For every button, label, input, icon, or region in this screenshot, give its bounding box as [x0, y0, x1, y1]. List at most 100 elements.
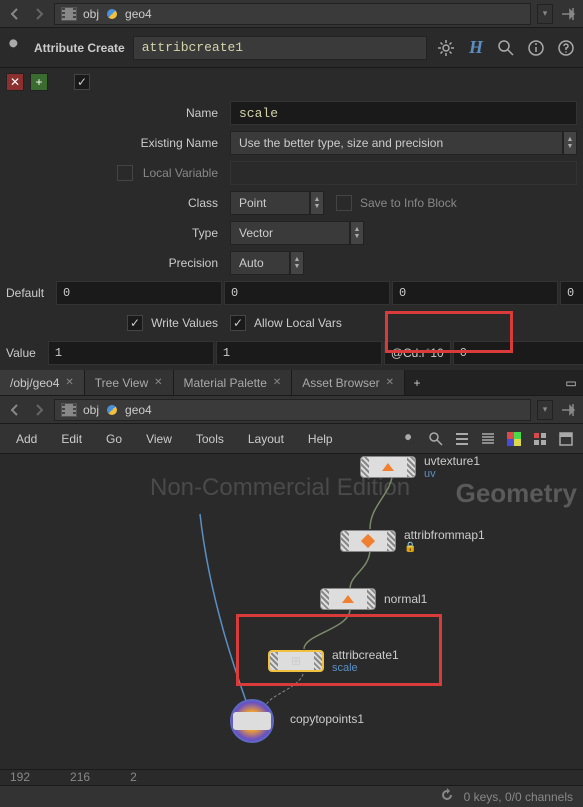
existing-name-label: Existing Name [6, 136, 230, 150]
nav-back-icon[interactable] [6, 5, 24, 23]
tab-materialpalette[interactable]: Material Palette✕ [174, 370, 293, 395]
lock-icon: 🔒 [404, 542, 485, 553]
diamond-icon [361, 533, 375, 547]
writevalues-checkbox[interactable] [127, 315, 143, 331]
default-1-input[interactable] [224, 281, 390, 305]
saveinfo-checkbox[interactable] [336, 195, 352, 211]
default-0-input[interactable] [56, 281, 222, 305]
close-icon[interactable]: ✕ [386, 377, 394, 388]
tool-justify-icon[interactable] [477, 428, 499, 450]
node-attribfrommap[interactable]: attribfrommap1🔒 [340, 528, 485, 553]
pin-icon[interactable] [559, 5, 577, 23]
close-icon[interactable]: ✕ [273, 377, 281, 388]
geo-icon [105, 403, 119, 417]
value-0-input[interactable] [48, 341, 214, 365]
type-arrows-icon[interactable]: ▲▼ [350, 221, 364, 245]
menu-layout[interactable]: Layout [238, 432, 294, 446]
enable-checkbox[interactable] [74, 74, 90, 90]
tool-grid-icon[interactable] [529, 428, 551, 450]
close-icon[interactable]: ✕ [65, 377, 73, 388]
precision-arrows-icon[interactable]: ▲▼ [290, 251, 304, 275]
tool-search-icon[interactable] [425, 428, 447, 450]
tool-wrench-icon[interactable] [399, 428, 421, 450]
obj-icon [61, 403, 77, 417]
menu-tools[interactable]: Tools [186, 432, 234, 446]
name-label: Name [6, 106, 230, 120]
path-breadcrumb[interactable]: obj geo4 [54, 3, 531, 25]
type-label: Type [6, 226, 230, 240]
network-view[interactable]: Non-Commercial Edition Geometry uvtextur… [0, 454, 583, 769]
net-pin-icon[interactable] [559, 401, 577, 419]
node-type-label: Attribute Create [34, 41, 125, 55]
gear-icon[interactable] [435, 37, 457, 59]
timeline-ruler[interactable]: 192 216 2 [0, 769, 583, 785]
node-name-input[interactable] [133, 36, 427, 60]
saveinfo-label: Save to Info Block [360, 196, 457, 210]
default-2-input[interactable] [392, 281, 558, 305]
default-label: Default [6, 286, 56, 300]
existing-name-select[interactable]: Use the better type, size and precision [230, 131, 563, 155]
tab-assetbrowser[interactable]: Asset Browser✕ [292, 370, 405, 395]
net-breadcrumb[interactable]: obj geo4 [54, 399, 531, 421]
pane-menu-icon[interactable]: ▭ [559, 370, 583, 395]
value-3-input[interactable] [453, 341, 583, 365]
existing-arrows-icon[interactable]: ▲▼ [563, 131, 577, 155]
tab-treeview[interactable]: Tree View✕ [85, 370, 174, 395]
localvar-checkbox[interactable] [117, 165, 133, 181]
node-attribcreate[interactable]: ⊞ attribcreate1scale [268, 648, 399, 674]
value-1-input[interactable] [216, 341, 382, 365]
netnav-back-icon[interactable] [6, 401, 24, 419]
class-arrows-icon[interactable]: ▲▼ [310, 191, 324, 215]
remove-button[interactable]: ✕ [6, 73, 24, 91]
path-dropdown[interactable]: ▾ [537, 4, 553, 24]
precision-select[interactable]: Auto [230, 251, 290, 275]
net-dropdown[interactable]: ▾ [537, 400, 553, 420]
netcrumb-obj: obj [83, 403, 99, 417]
geo-icon [105, 7, 119, 21]
menu-go[interactable]: Go [96, 432, 132, 446]
name-input[interactable] [230, 101, 577, 125]
triangle-up-icon [382, 463, 394, 471]
node-copytopoints-display[interactable] [230, 699, 274, 743]
attr-wrench-icon [6, 36, 26, 59]
obj-icon [61, 7, 77, 21]
ruler-tick: 192 [10, 770, 30, 785]
close-icon[interactable]: ✕ [154, 377, 162, 388]
localvar-input[interactable] [230, 161, 577, 185]
class-select[interactable]: Point [230, 191, 310, 215]
writevalues-label: Write Values [151, 316, 218, 330]
tab-objgeo4[interactable]: /obj/geo4✕ [0, 370, 85, 395]
allowlocal-checkbox[interactable] [230, 315, 246, 331]
menu-view[interactable]: View [136, 432, 182, 446]
default-3-input[interactable] [560, 281, 583, 305]
footer-keys-label: 0 keys, 0/0 channels [464, 790, 573, 804]
value-label: Value [6, 346, 48, 360]
info-icon[interactable] [525, 37, 547, 59]
houdini-help-icon[interactable]: H [465, 37, 487, 59]
netnav-fwd-icon[interactable] [30, 401, 48, 419]
node-copytopoints[interactable]: copytopoints1 [290, 712, 364, 726]
menu-edit[interactable]: Edit [51, 432, 92, 446]
tool-colorgrid-icon[interactable] [503, 428, 525, 450]
search-icon[interactable] [495, 37, 517, 59]
class-label: Class [6, 196, 230, 210]
tab-add-button[interactable]: + [405, 370, 429, 395]
crumb-obj: obj [83, 7, 99, 21]
menu-help[interactable]: Help [298, 432, 343, 446]
localvar-label: Local Variable [143, 166, 218, 180]
menu-add[interactable]: Add [6, 432, 47, 446]
precision-label: Precision [6, 256, 230, 270]
allowlocal-label: Allow Local Vars [254, 316, 342, 330]
add-button[interactable]: + [30, 73, 48, 91]
node-uvtexture[interactable]: uvtexture1uv [360, 454, 480, 480]
ruler-tick: 2 [130, 770, 137, 785]
tool-window-icon[interactable] [555, 428, 577, 450]
nav-fwd-icon[interactable] [30, 5, 48, 23]
tool-list-icon[interactable] [451, 428, 473, 450]
crumb-geo: geo4 [125, 7, 152, 21]
value-2-expression[interactable]: @Cd.r*10 [384, 341, 451, 365]
type-select[interactable]: Vector [230, 221, 350, 245]
refresh-icon[interactable] [440, 788, 454, 805]
node-normal[interactable]: normal1 [320, 588, 427, 610]
help-icon[interactable] [555, 37, 577, 59]
